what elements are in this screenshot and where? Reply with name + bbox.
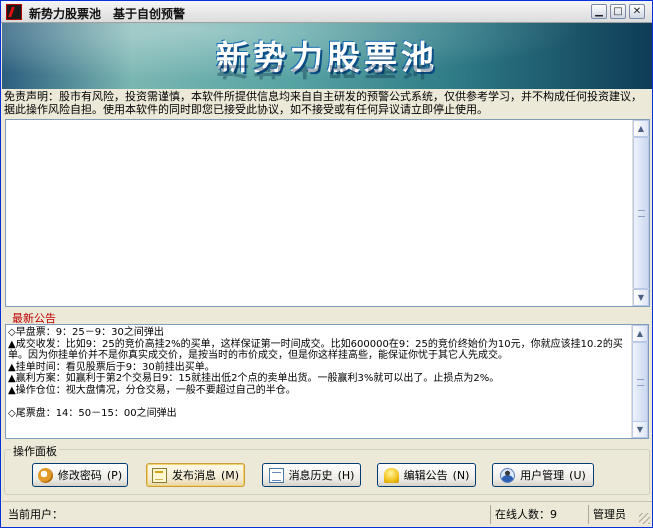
disclaimer-text: 免责声明：股市有风险，投资需谨慎，本软件所提供信息均来自自主研发的预警公式系统，…: [4, 90, 642, 116]
key-icon: [37, 467, 53, 483]
banner-reflection-text: 新势力股票池: [216, 65, 438, 82]
scroll-thumb[interactable]: [633, 137, 649, 289]
notices-box[interactable]: ◇早盘票：9：25－9：30之间弹出 ▲成交收发：比如9：25的竞价高挂2%的买…: [5, 324, 649, 439]
close-button[interactable]: ✕: [629, 4, 645, 19]
notices-scrollbar[interactable]: ▲ ▼: [631, 325, 648, 438]
message-textarea[interactable]: ▲ ▼: [5, 119, 650, 307]
edit-announcement-label: 编辑公告: [403, 469, 448, 482]
notice-line: ◇早盘票：9：25－9：30之间弹出: [8, 327, 164, 338]
change-password-hotkey: (P): [106, 468, 123, 482]
current-user-label: 当前用户：: [8, 508, 63, 521]
title-bar[interactable]: 新势力股票池 基于自创预警 ▁ □ ✕: [1, 1, 652, 23]
message-history-hotkey: (H): [337, 468, 355, 482]
notice-line: ▲挂单时间：看见股票后于9：30前挂出买单。: [8, 361, 215, 373]
change-password-button[interactable]: 修改密码 (P): [32, 463, 128, 487]
notices-content: ◇早盘票：9：25－9：30之间弹出 ▲成交收发：比如9：25的竞价高挂2%的买…: [8, 327, 630, 419]
edit-announcement-hotkey: (N): [452, 468, 470, 482]
notice-line: ◇尾票盘：14：50－15：00之间弹出: [8, 407, 177, 419]
user-management-label: 用户管理: [520, 469, 565, 482]
scroll-down-button[interactable]: ▼: [633, 289, 649, 306]
banner: 新势力股票池 新势力股票池: [2, 23, 652, 89]
main-window: 新势力股票池 基于自创预警 ▁ □ ✕ 新势力股票池 新势力股票池 免责声明：股…: [0, 0, 653, 528]
user-management-hotkey: (U): [569, 468, 586, 482]
notice-line: ▲成交收发：比如9：25的竞价高挂2%的买单，这样保证第一时间成交。比如6000…: [8, 338, 623, 362]
current-user-cell: 当前用户：: [4, 505, 484, 524]
role-label: 管理员: [593, 508, 626, 521]
user-management-button[interactable]: 用户管理 (U): [492, 463, 594, 487]
message-history-label: 消息历史: [288, 469, 333, 482]
resize-grip-icon[interactable]: [639, 513, 650, 524]
notices-scroll-grip-icon: [637, 379, 644, 386]
window-title: 新势力股票池 基于自创预警: [29, 7, 186, 21]
status-bar: 当前用户： 在线人数：9 管理员: [2, 501, 652, 526]
notices-scroll-up-button[interactable]: ▲: [632, 325, 648, 342]
role-cell: 管理员: [588, 505, 638, 524]
publish-message-label: 发布消息: [171, 469, 216, 482]
app-logo-icon: [6, 4, 22, 20]
change-password-label: 修改密码: [57, 469, 102, 482]
edit-announcement-button[interactable]: 编辑公告 (N): [377, 463, 476, 487]
notice-line: ▲操作仓位：视大盘情况，分仓交易，一般不要超过自己的半仓。: [8, 384, 296, 396]
post-note-icon: [151, 467, 167, 483]
scroll-up-button[interactable]: ▲: [633, 120, 649, 137]
notice-line: ▲赢利方案：如赢利于第2个交易日9：15就挂出低2个点的卖单出货。一般赢利3%就…: [8, 373, 500, 385]
notice-line: [8, 397, 630, 408]
maximize-button[interactable]: □: [610, 4, 626, 19]
scroll-grip-icon: [638, 210, 645, 217]
notices-scroll-down-button[interactable]: ▼: [632, 421, 648, 438]
operation-panel-label: 操作面板: [11, 443, 59, 459]
online-count-value: 9: [550, 508, 557, 521]
publish-message-hotkey: (M): [220, 468, 240, 482]
banner-title-reflection: 新势力股票池: [2, 65, 652, 89]
message-history-button[interactable]: 消息历史 (H): [262, 463, 361, 487]
notices-scroll-thumb[interactable]: [632, 342, 648, 422]
publish-message-button[interactable]: 发布消息 (M): [146, 463, 245, 487]
online-count-cell: 在线人数：9: [490, 505, 586, 524]
user-icon: [500, 467, 516, 483]
online-count-label: 在线人数：: [495, 508, 550, 521]
message-scrollbar[interactable]: ▲ ▼: [632, 120, 649, 306]
document-icon: [268, 467, 284, 483]
bell-icon: [383, 467, 399, 483]
minimize-button[interactable]: ▁: [591, 4, 607, 19]
